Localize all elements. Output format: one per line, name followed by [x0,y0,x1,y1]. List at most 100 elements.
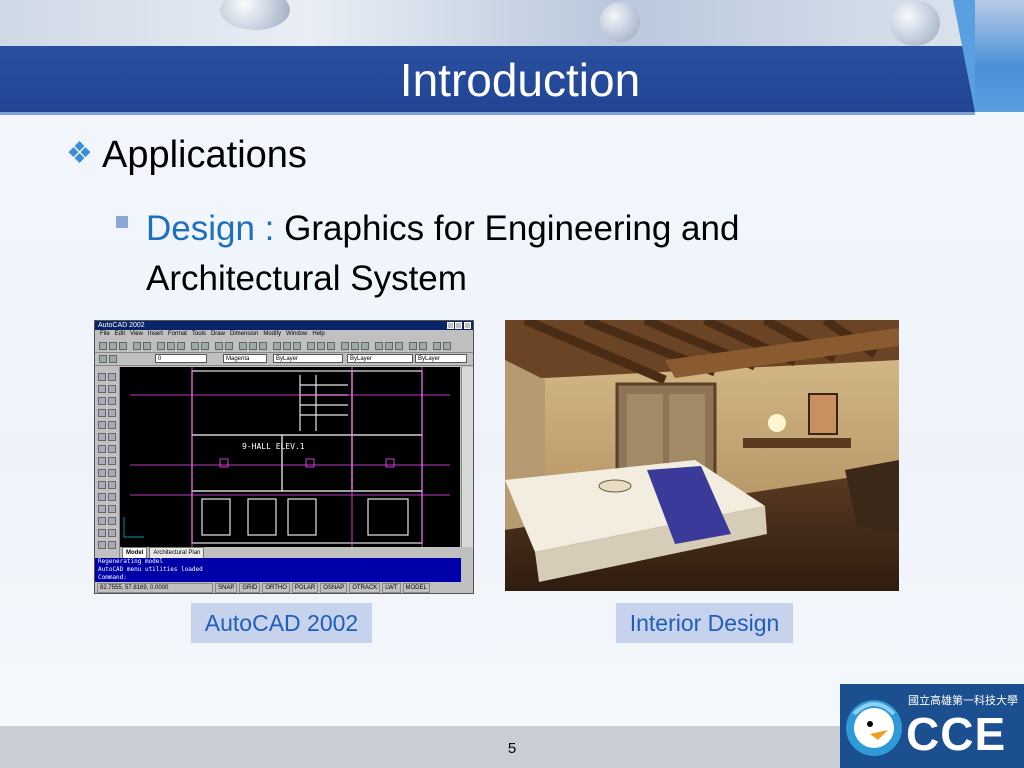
status-otrack: OTRACK [349,583,381,593]
mascot-icon [846,700,902,756]
toolbar-icon [108,457,116,465]
toolbar-icon [409,342,417,350]
water-drop-decoration [890,0,940,46]
menu-view: View [130,331,143,337]
menu-file: File [100,331,110,337]
toolbar-icon [98,409,106,417]
toolbar-icon [283,342,291,350]
toolbar-icon [98,397,106,405]
toolbar-icon [225,342,233,350]
toolbar-icon [108,517,116,525]
minimize-icon [447,322,454,329]
toolbar-icon [327,342,335,350]
caption-autocad: AutoCAD 2002 [191,603,372,643]
logo-chinese-text: 國立高雄第一科技大學 [908,694,1018,707]
toolbar-icon [108,409,116,417]
slide: Introduction ❖ Applications Design : Grap… [0,0,1024,768]
toolbar-icon [98,421,106,429]
bullet-level-2-keyword: Design : [146,209,275,248]
toolbar-icon [108,469,116,477]
logo-text: CCE [906,708,1007,760]
status-grid: GRID [239,583,261,593]
toolbar-icon [108,529,116,537]
toolbar-icon [351,342,359,350]
toolbar-icon [108,493,116,501]
command-line: Regenerating model [98,558,164,565]
toolbar-icon [307,342,315,350]
menu-insert: Insert [147,331,163,337]
toolbar-icon [98,373,106,381]
drawing-label: 9-HALL ELEV.1 [242,442,305,451]
toolbar-icon [361,342,369,350]
status-model: MODEL [402,583,430,593]
floor-plan-drawing: 9-HALL ELEV.1 [123,367,450,547]
toolbar-icon [419,342,427,350]
bedroom-illustration [505,320,899,591]
toolbar-icon [98,385,106,393]
diamond-bullet-icon: ❖ [66,137,93,170]
toolbar-icon [191,342,199,350]
toolbar-icon [375,342,383,350]
command-line: AutoCAD menu utilities loaded [98,566,203,573]
top-decorative-strip [0,0,1024,46]
toolbar-icon [98,469,106,477]
toolbar-icon [108,373,116,381]
toolbar-icon [98,457,106,465]
maximize-icon [455,322,462,329]
linetype-combo: ByLayer [273,354,343,363]
toolbar-icon [395,342,403,350]
menu-format: Format [167,331,187,337]
bullet-level-1: ❖ Applications [66,134,307,177]
toolbar-icon [433,342,441,350]
toolbar-icon [108,433,116,441]
toolbar-icon [293,342,301,350]
caption-interior-design: Interior Design [616,603,793,643]
menu-window: Window [286,331,308,337]
toolbar-icon [143,342,151,350]
toolbar-icon [177,342,185,350]
command-window: Regenerating model AutoCAD menu utilitie… [95,558,461,582]
toolbar-icon [109,342,117,350]
toolbar-icon [108,385,116,393]
toolbar-icon [239,342,247,350]
toolbar-icon [259,342,267,350]
toolbar-icon [341,342,349,350]
menu-draw: Draw [210,331,225,337]
toolbar-icon [98,445,106,453]
toolbar-icon [385,342,393,350]
menu-modify: Modify [263,331,282,337]
status-polar: POLAR [291,583,319,593]
toolbar-icon [98,529,106,537]
menu-tools: Tools [191,331,206,337]
toolbar-icon [108,397,116,405]
water-drop-decoration [600,2,640,42]
toolbar-icon [98,481,106,489]
layer-icon [99,355,107,363]
toolbar-icon [119,342,127,350]
coordinates-readout: 82.7555, 57.8169, 0.0000 [97,583,213,593]
color-combo: Magenta [223,354,267,363]
toolbar-icon [249,342,257,350]
status-lwt: LWT [382,583,401,593]
slide-title: Introduction [399,54,641,106]
toolbar-icon [215,342,223,350]
interior-design-render [505,320,899,591]
properties-toolbar: 0 Magenta ByLayer ByLayer ByLayer [95,353,473,366]
layout-tabs: Model Architectural Plan [120,547,473,559]
toolbar-icon [98,433,106,441]
toolbar-icon [98,517,106,525]
cce-logo: 國立高雄第一科技大學 CCE [840,684,1024,768]
status-bar: 82.7555, 57.8169, 0.0000 SNAP GRID ORTHO POL… [95,583,473,593]
toolbar-icon [157,342,165,350]
plotstyle-combo: ByLayer [415,354,467,363]
autocad-title-bar: AutoCAD 2002 [95,321,473,330]
layer-combo: 0 [155,354,207,363]
menu-edit: Edit [114,331,126,337]
bullet-level-1-text: Applications [102,134,307,176]
layer-icon [109,355,117,363]
toolbar-icon [108,541,116,549]
toolbar-icon [273,342,281,350]
toolbar-icon [98,493,106,501]
toolbar-icon [99,342,107,350]
status-osnap: OSNAP [320,583,348,593]
